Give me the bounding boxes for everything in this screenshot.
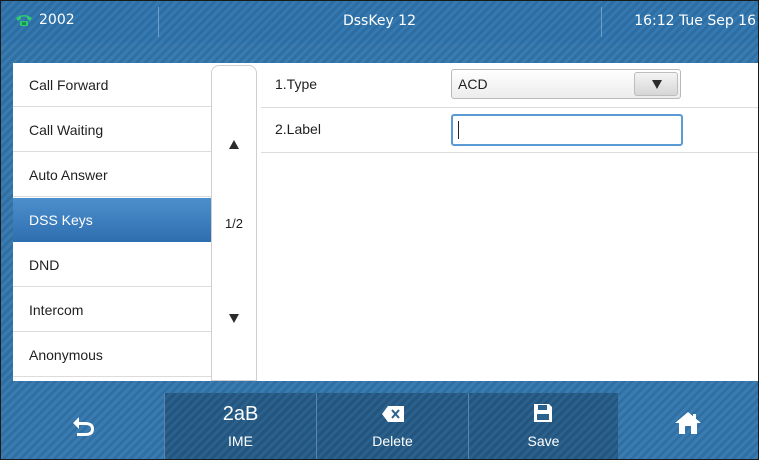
- menu-item-dnd[interactable]: DND: [13, 243, 211, 287]
- type-row: 1.Type ACD: [261, 63, 758, 108]
- floppy-disk-icon: [534, 404, 552, 422]
- menu-item-dss-keys[interactable]: DSS Keys: [13, 198, 211, 242]
- home-icon: [675, 412, 701, 434]
- type-value: ACD: [458, 76, 488, 92]
- label-row: 2.Label: [261, 108, 758, 153]
- label-input[interactable]: [457, 119, 675, 141]
- softkey-bar: 2aB IME Delete Save: [1, 393, 758, 459]
- delete-button[interactable]: Delete: [316, 393, 468, 459]
- ime-mode: 2aB: [222, 403, 259, 425]
- backspace-icon: [382, 406, 404, 422]
- label-label: 2.Label: [275, 121, 321, 137]
- type-label: 1.Type: [275, 76, 318, 92]
- phone-screen: 2002 DssKey 12 16:12 Tue Sep 16 Call For…: [0, 0, 759, 460]
- home-button[interactable]: [618, 393, 758, 459]
- chevron-down-icon: [652, 80, 662, 89]
- dropdown-button[interactable]: [634, 72, 678, 96]
- save-label: Save: [527, 433, 560, 449]
- delete-label: Delete: [372, 433, 413, 449]
- settings-menu: Call Forward Call Waiting Auto Answer DS…: [13, 63, 211, 381]
- page-indicator: 1/2: [224, 216, 244, 231]
- menu-item-auto-answer[interactable]: Auto Answer: [13, 153, 211, 197]
- back-arrow-icon: [73, 417, 94, 436]
- back-button[interactable]: [1, 393, 164, 459]
- ime-button[interactable]: 2aB IME: [164, 393, 316, 459]
- date-time: 16:12 Tue Sep 16: [634, 13, 756, 29]
- dsskey-form: 1.Type ACD 2.Label: [261, 63, 758, 381]
- menu-item-call-waiting[interactable]: Call Waiting: [13, 108, 211, 152]
- label-field[interactable]: [451, 114, 683, 146]
- status-bar: 2002 DssKey 12 16:12 Tue Sep 16: [1, 1, 758, 43]
- save-button[interactable]: Save: [468, 393, 618, 459]
- ime-label: IME: [228, 433, 253, 449]
- menu-item-anonymous[interactable]: Anonymous: [13, 333, 211, 377]
- menu-item-intercom[interactable]: Intercom: [13, 288, 211, 332]
- scroll-down-icon[interactable]: [229, 314, 239, 323]
- menu-item-call-forward[interactable]: Call Forward: [13, 63, 211, 107]
- content-panel: Call Forward Call Waiting Auto Answer DS…: [13, 63, 758, 381]
- status-divider: [601, 7, 602, 37]
- page-scroller: 1/2: [211, 65, 257, 381]
- scroll-up-icon[interactable]: [229, 140, 239, 149]
- type-select[interactable]: ACD: [451, 69, 681, 99]
